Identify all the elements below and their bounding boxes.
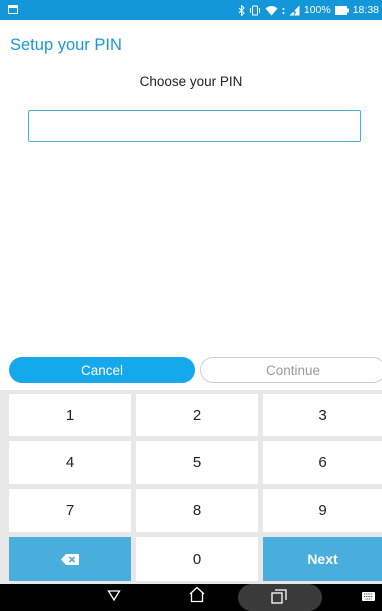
recents-icon[interactable]	[271, 589, 287, 604]
cancel-button[interactable]: Cancel	[9, 357, 195, 383]
pin-prompt: Choose your PIN	[139, 74, 243, 89]
vibrate-icon	[249, 5, 260, 15]
battery-percent: 100%	[303, 4, 331, 16]
key-4[interactable]: 4	[9, 441, 131, 484]
keyboard-icon[interactable]	[362, 592, 375, 601]
signal-dots-icon	[282, 7, 285, 14]
status-indicators: 100% 18:38	[238, 0, 379, 20]
delete-key[interactable]	[9, 537, 131, 581]
continue-button[interactable]: Continue	[200, 357, 382, 383]
next-key[interactable]: Next	[263, 537, 382, 581]
key-9[interactable]: 9	[263, 489, 382, 532]
key-0[interactable]: 0	[136, 537, 258, 581]
home-icon[interactable]	[188, 586, 206, 603]
status-time: 18:38	[352, 4, 379, 16]
wifi-icon	[265, 5, 278, 15]
key-2[interactable]: 2	[136, 394, 258, 436]
key-5[interactable]: 5	[136, 441, 258, 484]
battery-charging-icon	[289, 5, 300, 16]
numeric-keypad: 1 2 3 4 5 6 7 8 9 0 Next	[0, 390, 382, 584]
key-6[interactable]: 6	[263, 441, 382, 484]
key-7[interactable]: 7	[9, 489, 131, 532]
key-8[interactable]: 8	[136, 489, 258, 532]
status-bar: 100% 18:38	[0, 0, 382, 20]
backspace-icon	[61, 553, 79, 565]
bluetooth-icon	[238, 4, 245, 16]
key-3[interactable]: 3	[263, 394, 382, 436]
back-icon[interactable]	[107, 588, 121, 602]
key-1[interactable]: 1	[9, 394, 131, 436]
page-title: Setup your PIN	[10, 36, 122, 54]
battery-icon	[334, 5, 349, 15]
pin-input[interactable]	[28, 110, 361, 142]
app-notification-icon	[8, 5, 18, 14]
